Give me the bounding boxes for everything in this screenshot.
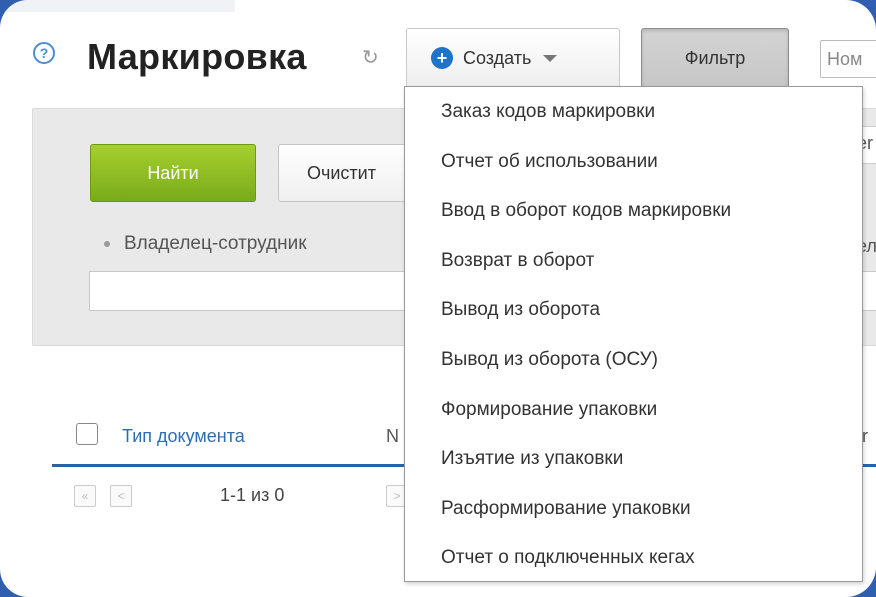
menu-item-put-into-circulation[interactable]: Ввод в оборот кодов маркировки [405, 186, 862, 236]
menu-item-usage-report[interactable]: Отчет об использовании [405, 137, 862, 187]
app-window: ? Маркировка ↻ + Создать Фильтр Найти Оч… [0, 0, 876, 597]
create-dropdown-menu: Заказ кодов маркировки Отчет об использо… [404, 86, 863, 582]
plus-icon: + [431, 47, 453, 69]
column-header-doc-type[interactable]: Тип документа [122, 426, 245, 447]
filter-button-label: Фильтр [684, 47, 746, 68]
menu-item-remove-from-package[interactable]: Изъятие из упаковки [405, 434, 862, 484]
find-button[interactable]: Найти [90, 144, 256, 202]
chevron-down-icon [543, 54, 558, 62]
clear-button-label: Очистит [307, 162, 376, 183]
create-button[interactable]: + Создать [406, 28, 620, 88]
find-button-label: Найти [147, 162, 199, 183]
search-input[interactable] [820, 40, 876, 78]
menu-item-form-package[interactable]: Формирование упаковки [405, 385, 862, 435]
bullet-icon [104, 241, 110, 247]
pager-range: 1-1 из 0 [220, 485, 285, 505]
owner-label-text: Владелец-сотрудник [124, 233, 307, 254]
menu-item-disband-package[interactable]: Расформирование упаковки [405, 484, 862, 534]
filter-button[interactable]: Фильтр [641, 28, 789, 88]
menu-item-order-codes[interactable]: Заказ кодов маркировки [405, 87, 862, 137]
menu-item-withdraw[interactable]: Вывод из оборота [405, 285, 862, 335]
owner-input[interactable] [89, 271, 429, 311]
create-button-label: Создать [463, 47, 532, 68]
help-icon[interactable]: ? [33, 42, 55, 64]
top-strip [0, 0, 235, 12]
menu-item-withdraw-osu[interactable]: Вывод из оборота (ОСУ) [405, 335, 862, 385]
menu-item-return-to-circulation[interactable]: Возврат в оборот [405, 236, 862, 286]
pager-prev-button[interactable]: < [110, 485, 132, 507]
owner-field-label: Владелец-сотрудник [104, 233, 307, 255]
refresh-icon[interactable]: ↻ [362, 48, 382, 68]
select-all-checkbox[interactable] [76, 423, 98, 445]
page-title: Маркировка [87, 36, 307, 77]
menu-item-kegs-report[interactable]: Отчет о подключенных кегах [405, 533, 862, 583]
column-header-number[interactable]: N [386, 426, 399, 447]
pager-first-button[interactable]: « [74, 485, 96, 507]
